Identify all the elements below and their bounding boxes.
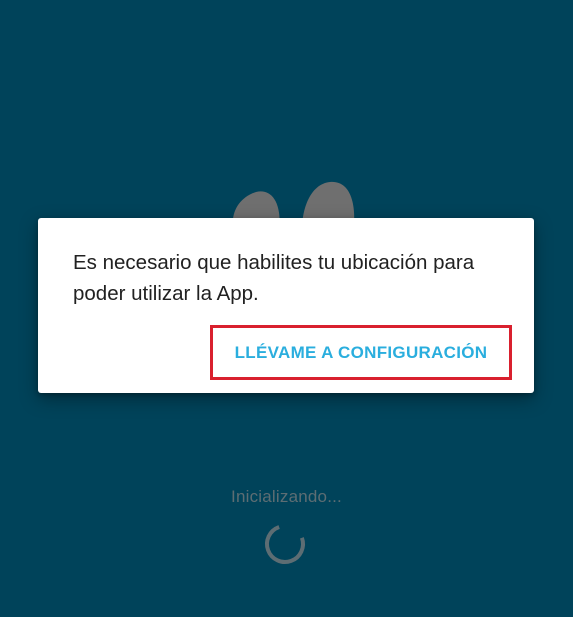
go-to-settings-label: LLÉVAME A CONFIGURACIÓN [234,342,488,362]
splash-screen: Inicializando... Es necesario que habili… [0,0,573,617]
location-permission-dialog: Es necesario que habilites tu ubicación … [38,218,534,393]
loading-status-text: Inicializando... [231,487,342,506]
dialog-message: Es necesario que habilites tu ubicación … [73,251,475,305]
go-to-settings-button[interactable]: LLÉVAME A CONFIGURACIÓN [210,325,512,380]
loading-spinner-icon [263,522,307,566]
